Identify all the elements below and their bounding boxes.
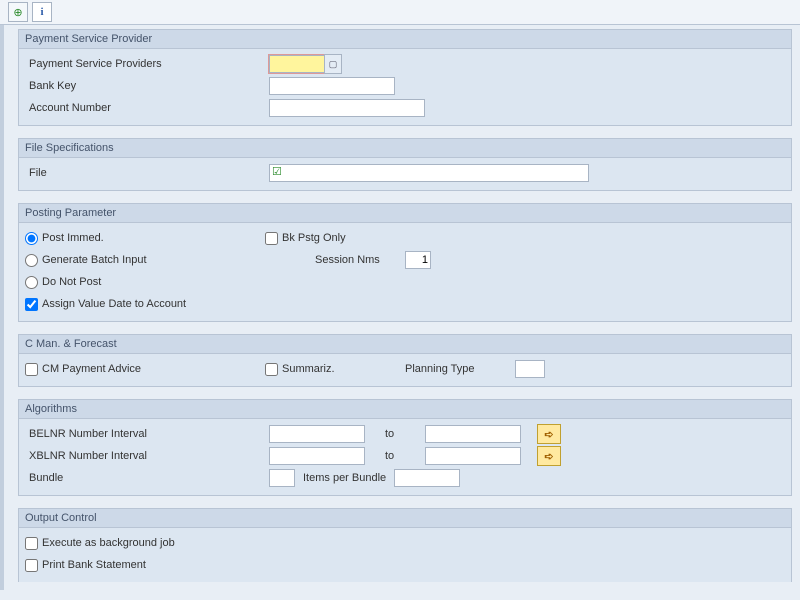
group-title: Payment Service Provider [19,30,791,49]
group-title: Algorithms [19,400,791,419]
info-button[interactable]: i [32,2,52,22]
label-cm-payment-advice: CM Payment Advice [42,363,141,375]
multi-select-button[interactable]: ➪ [537,446,561,466]
group-title: File Specifications [19,139,791,158]
label-to: to [365,450,425,462]
label-planning-type: Planning Type [405,363,515,375]
group-output-control: Output Control Execute as background job… [18,508,792,582]
execute-button[interactable]: ⊕ [8,2,28,22]
label-items-per-bundle: Items per Bundle [295,472,394,484]
check-execute-background[interactable] [25,537,38,550]
group-title: Output Control [19,509,791,528]
label-generate-batch: Generate Batch Input [42,254,147,266]
label-do-not-post: Do Not Post [42,276,101,288]
f4-help-icon[interactable]: ▢ [324,54,342,74]
input-psp[interactable] [269,55,325,73]
label-execute-background: Execute as background job [42,537,175,549]
label-post-immed: Post Immed. [42,232,104,244]
multi-select-button[interactable]: ➪ [537,424,561,444]
input-xblnr-to[interactable] [425,447,521,465]
label-xblnr-interval: XBLNR Number Interval [25,450,269,462]
input-items-per-bundle[interactable] [394,469,460,487]
label-to: to [365,428,425,440]
label-account-number: Account Number [25,102,269,114]
check-cm-payment-advice[interactable] [25,363,38,376]
group-payment-service-provider: Payment Service Provider Payment Service… [18,29,792,126]
check-print-bank-statement[interactable] [25,559,38,572]
input-file[interactable] [269,164,589,182]
label-belnr-interval: BELNR Number Interval [25,428,269,440]
label-assign-value-date: Assign Value Date to Account [42,298,186,310]
group-cman-forecast: C Man. & Forecast CM Payment Advice Summ… [18,334,792,387]
group-posting-parameter: Posting Parameter Post Immed. Bk Pstg On… [18,203,792,322]
label-print-bank-statement: Print Bank Statement [42,559,146,571]
input-bundle[interactable] [269,469,295,487]
app-toolbar: ⊕ i [0,0,800,25]
check-assign-value-date[interactable] [25,298,38,311]
radio-generate-batch[interactable] [25,254,38,267]
radio-do-not-post[interactable] [25,276,38,289]
check-bk-pstg-only[interactable] [265,232,278,245]
group-file-specifications: File Specifications File ☑ [18,138,792,191]
label-bk-pstg-only: Bk Pstg Only [282,232,346,244]
label-bundle: Bundle [25,472,269,484]
group-algorithms: Algorithms BELNR Number Interval to ➪ XB… [18,399,792,496]
group-title: C Man. & Forecast [19,335,791,354]
input-session-nms[interactable] [405,251,431,269]
radio-post-immed[interactable] [25,232,38,245]
input-belnr-from[interactable] [269,425,365,443]
label-psp: Payment Service Providers [25,58,269,70]
input-account-number[interactable] [269,99,425,117]
label-bank-key: Bank Key [25,80,269,92]
input-xblnr-from[interactable] [269,447,365,465]
input-belnr-to[interactable] [425,425,521,443]
label-session-nms: Session Nms [315,254,405,266]
selection-screen: Payment Service Provider Payment Service… [0,25,800,590]
label-summariz: Summariz. [282,363,335,375]
label-file: File [25,167,269,179]
check-icon: ☑ [272,165,282,178]
group-title: Posting Parameter [19,204,791,223]
input-planning-type[interactable] [515,360,545,378]
check-summariz[interactable] [265,363,278,376]
input-bank-key[interactable] [269,77,395,95]
